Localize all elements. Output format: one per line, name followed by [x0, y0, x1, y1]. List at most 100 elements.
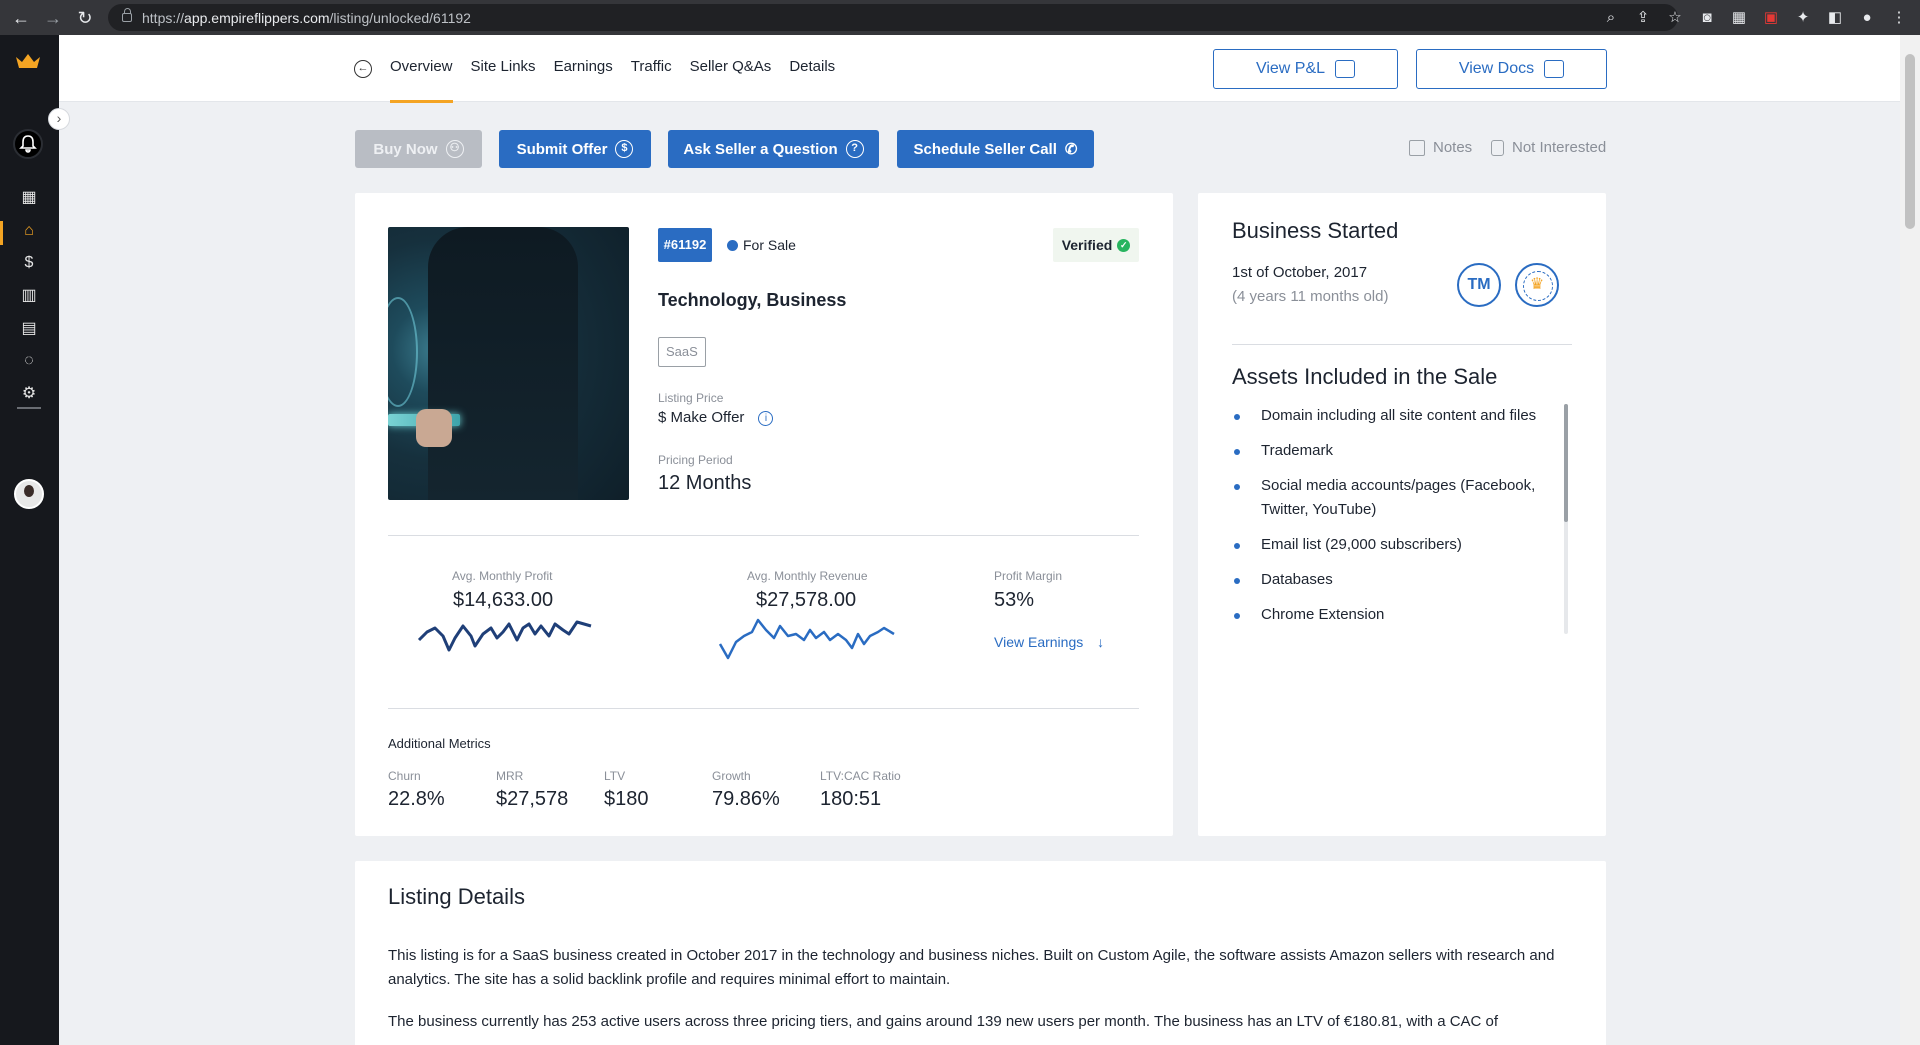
divider — [1232, 344, 1572, 345]
listing-details-title: Listing Details — [388, 884, 525, 909]
asset-item: Social media accounts/pages (Facebook, T… — [1232, 474, 1562, 522]
bookmark-star-icon[interactable]: ☆ — [1666, 9, 1684, 27]
extension-badge-icon[interactable]: ▣ — [1762, 9, 1780, 27]
check-circle-icon: ✓ — [1117, 238, 1131, 252]
ask-seller-question-button[interactable]: Ask Seller a Question ? — [668, 130, 879, 168]
listing-price-label: Listing Price — [658, 391, 724, 405]
asset-item: Chrome Extension — [1232, 603, 1562, 627]
view-docs-button[interactable]: View Docs — [1416, 49, 1607, 89]
trademark-icon: TM — [1457, 263, 1501, 307]
forward-arrow-icon[interactable]: → — [42, 7, 64, 29]
chat-icon[interactable]: ◌ — [19, 351, 39, 371]
avg-revenue-label: Avg. Monthly Revenue — [747, 569, 868, 583]
monetization-tag: SaaS — [658, 337, 706, 367]
tab-traffic[interactable]: Traffic — [631, 35, 672, 102]
listing-tabs-bar: ← Overview Site Links Earnings Traffic S… — [59, 35, 1900, 103]
tab-list: Overview Site Links Earnings Traffic Sel… — [390, 35, 835, 103]
ltv-cac-label: LTV:CAC Ratio — [820, 769, 901, 783]
view-pnl-button[interactable]: View P&L — [1213, 49, 1398, 89]
pricing-period-value: 12 Months — [658, 472, 752, 494]
buy-now-button[interactable]: Buy Now ⚇ — [355, 130, 482, 168]
asset-item: Email list (29,000 subscribers) — [1232, 533, 1562, 557]
listing-niche: Technology, Business — [658, 290, 847, 310]
profit-margin-value: 53% — [994, 589, 1035, 611]
listing-details-paragraph: The business currently has 253 active us… — [388, 1013, 1499, 1030]
document-globe-icon — [1544, 60, 1565, 78]
zoom-icon[interactable]: ⌕ — [1602, 9, 1620, 27]
puzzle-icon[interactable]: ✦ — [1794, 9, 1812, 27]
assets-scrollbar[interactable] — [1564, 404, 1568, 634]
notes-link[interactable]: Notes — [1409, 139, 1472, 156]
arrow-down-icon: ↓ — [1097, 634, 1105, 650]
churn-label: Churn — [388, 769, 421, 783]
kebab-menu-icon[interactable]: ⋮ — [1890, 9, 1908, 27]
tab-site-links[interactable]: Site Links — [471, 35, 536, 102]
avg-profit-value: $14,633.00 — [453, 589, 554, 611]
growth-label: Growth — [712, 769, 751, 783]
profit-margin-label: Profit Margin — [994, 569, 1063, 583]
assets-title: Assets Included in the Sale — [1232, 364, 1498, 389]
crown-logo-icon[interactable] — [15, 53, 41, 69]
verified-label: Verified — [1061, 237, 1113, 253]
mrr-value: $27,578 — [496, 788, 569, 810]
lock-icon — [1491, 139, 1504, 156]
info-icon[interactable]: i — [758, 410, 774, 426]
settings-gear-icon[interactable]: ⚙ — [19, 384, 39, 404]
share-icon[interactable]: ⇪ — [1634, 9, 1652, 27]
tab-overview[interactable]: Overview — [390, 35, 453, 103]
back-circle-icon[interactable]: ← — [354, 60, 372, 78]
ltv-cac-value: 180:51 — [820, 788, 882, 810]
marketplace-bag-icon[interactable]: ⌂ — [19, 221, 39, 241]
ask-seller-label: Ask Seller a Question — [683, 140, 838, 158]
back-arrow-icon[interactable]: ← — [10, 7, 32, 29]
tab-details[interactable]: Details — [789, 35, 835, 102]
view-pnl-label: View P&L — [1255, 60, 1326, 77]
active-nav-indicator — [0, 221, 3, 245]
browser-toolbar: ← → ↻ https://app.empireflippers.com/lis… — [0, 0, 1920, 35]
tab-seller-qas[interactable]: Seller Q&As — [690, 35, 772, 102]
pricing-period-label: Pricing Period — [658, 453, 733, 467]
edit-note-icon — [1409, 139, 1425, 156]
avg-profit-label: Avg. Monthly Profit — [452, 569, 553, 583]
url-text: https://app.empireflippers.com/listing/u… — [142, 9, 471, 26]
schedule-seller-call-button[interactable]: Schedule Seller Call ✆ — [897, 130, 1094, 168]
user-avatar[interactable] — [14, 479, 44, 509]
asset-item: Databases — [1232, 568, 1562, 592]
status-label: For Sale — [743, 237, 796, 253]
ltv-label: LTV — [604, 769, 626, 783]
listing-price-value: $ Make Offer i — [658, 409, 774, 426]
mrr-label: MRR — [496, 769, 524, 783]
not-interested-link[interactable]: Not Interested — [1491, 139, 1606, 156]
asset-item: Trademark — [1232, 439, 1562, 463]
view-earnings-link[interactable]: View Earnings ↓ — [994, 634, 1104, 650]
profile-avatar-icon[interactable]: ● — [1858, 9, 1876, 27]
notification-bell-icon[interactable] — [13, 129, 43, 159]
tab-earnings[interactable]: Earnings — [554, 35, 613, 102]
address-bar[interactable]: https://app.empireflippers.com/listing/u… — [108, 4, 1678, 31]
assets-list: Domain including all site content and fi… — [1232, 404, 1562, 638]
sidepanel-icon[interactable]: ◧ — [1826, 9, 1844, 27]
submit-offer-button[interactable]: Submit Offer $ — [499, 130, 651, 168]
submit-offer-label: Submit Offer — [516, 140, 608, 158]
qr-extension-icon[interactable]: ▦ — [1730, 9, 1748, 27]
approved-seal-icon — [1515, 263, 1559, 307]
growth-value: 79.86% — [712, 788, 780, 810]
page-scrollbar[interactable] — [1900, 35, 1920, 1045]
listing-id-badge: #61192 — [658, 228, 712, 262]
sidebar-divider — [17, 407, 41, 409]
sidebar-expand-chevron-icon[interactable]: › — [48, 108, 70, 130]
status-dot-icon — [727, 239, 738, 251]
buyer-icon: ⚇ — [445, 140, 464, 158]
reload-icon[interactable]: ↻ — [74, 7, 96, 29]
view-earnings-label: View Earnings — [994, 634, 1084, 650]
camera-extension-icon[interactable]: ◙ — [1698, 9, 1716, 27]
dollar-circle-icon[interactable]: $ — [19, 253, 39, 273]
verified-badge: Verified ✓ — [1053, 228, 1139, 262]
bar-chart-icon[interactable]: ▥ — [19, 286, 39, 306]
not-interested-label: Not Interested — [1512, 139, 1607, 156]
divider — [388, 708, 1139, 709]
wallet-icon[interactable]: ▤ — [19, 319, 39, 339]
dashboard-grid-icon[interactable]: ▦ — [19, 188, 39, 208]
avg-revenue-value: $27,578.00 — [756, 589, 857, 611]
additional-metrics-title: Additional Metrics — [388, 736, 491, 751]
